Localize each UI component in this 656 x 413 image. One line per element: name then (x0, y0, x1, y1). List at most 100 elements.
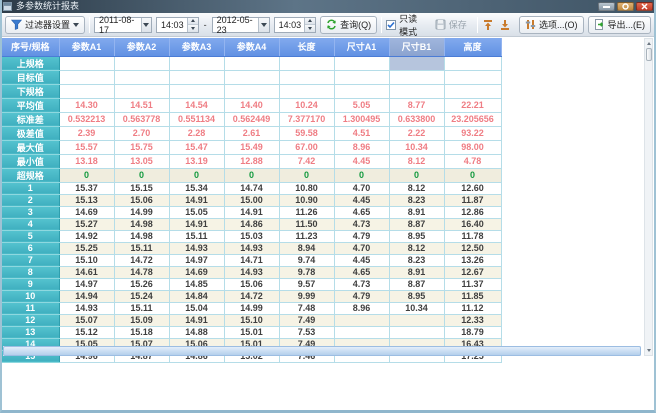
grid-cell[interactable]: 8.91 (389, 206, 444, 218)
grid-cell[interactable]: 14.99 (224, 302, 279, 314)
grid-cell[interactable]: 14.85 (169, 278, 224, 290)
grid-cell[interactable]: 14.92 (59, 230, 114, 242)
grid-cell[interactable]: 13.18 (59, 154, 114, 168)
grid-cell[interactable]: 0.633800 (389, 112, 444, 126)
options-button[interactable]: 选项...(O) (519, 16, 584, 34)
grid-cell[interactable]: 11.50 (279, 218, 334, 230)
grid-cell[interactable] (279, 56, 334, 70)
grid-cell[interactable]: 15.75 (114, 140, 169, 154)
grid-cell[interactable]: 4.51 (334, 126, 389, 140)
grid-cell[interactable]: 4.65 (334, 266, 389, 278)
grid-cell[interactable]: 15.37 (59, 182, 114, 194)
grid-cell[interactable]: 9.78 (279, 266, 334, 278)
row-header[interactable]: 13 (2, 326, 59, 338)
grid-cell[interactable]: 8.77 (389, 98, 444, 112)
grid-cell[interactable]: 15.00 (224, 194, 279, 206)
grid-cell[interactable]: 8.87 (389, 218, 444, 230)
grid-cell[interactable] (334, 314, 389, 326)
grid-cell[interactable] (59, 84, 114, 98)
grid-cell[interactable]: 98.00 (444, 140, 501, 154)
grid-cell[interactable]: 8.96 (334, 140, 389, 154)
close-button[interactable] (636, 2, 653, 11)
row-header[interactable]: 最大值 (2, 140, 59, 154)
grid-cell[interactable] (389, 84, 444, 98)
grid-cell[interactable]: 14.93 (59, 302, 114, 314)
grid-cell[interactable] (59, 70, 114, 84)
scroll-up-icon[interactable] (645, 39, 652, 48)
grid-cell[interactable]: 8.96 (334, 302, 389, 314)
grid-cell[interactable]: 12.33 (444, 314, 501, 326)
grid-cell[interactable] (114, 70, 169, 84)
grid-cell[interactable]: 4.70 (334, 242, 389, 254)
grid-cell[interactable]: 15.11 (114, 302, 169, 314)
grid-cell[interactable]: 4.78 (444, 154, 501, 168)
grid-cell[interactable]: 14.54 (169, 98, 224, 112)
grid-cell[interactable]: 0 (279, 168, 334, 182)
readonly-mode-toggle[interactable]: 只读模式 (386, 12, 425, 38)
grid-cell[interactable]: 8.12 (389, 154, 444, 168)
grid-cell[interactable] (334, 84, 389, 98)
grid-cell[interactable]: 12.50 (444, 242, 501, 254)
grid-cell[interactable]: 0 (444, 168, 501, 182)
horizontal-scrollbar-thumb[interactable] (3, 346, 641, 356)
row-header[interactable]: 9 (2, 278, 59, 290)
grid-cell[interactable]: 18.79 (444, 326, 501, 338)
date-from-dropdown[interactable] (141, 18, 151, 32)
grid-cell[interactable]: 4.73 (334, 278, 389, 290)
checkbox-checked-icon[interactable] (386, 20, 396, 30)
grid-cell[interactable] (59, 56, 114, 70)
export-button[interactable]: 导出...(E) (588, 16, 652, 34)
grid-cell[interactable]: 8.95 (389, 290, 444, 302)
grid-cell[interactable]: 15.03 (224, 230, 279, 242)
grid-cell[interactable] (114, 56, 169, 70)
grid-cell[interactable]: 7.53 (279, 326, 334, 338)
grid-cell[interactable]: 15.07 (59, 314, 114, 326)
grid-cell[interactable]: 8.23 (389, 194, 444, 206)
grid-cell[interactable]: 15.04 (169, 302, 224, 314)
grid-cell[interactable]: 1.300495 (334, 112, 389, 126)
grid-cell[interactable] (169, 84, 224, 98)
row-header[interactable]: 下规格 (2, 84, 59, 98)
grid-cell[interactable] (224, 56, 279, 70)
grid-cell[interactable]: 14.88 (169, 326, 224, 338)
date-to-dropdown[interactable] (258, 18, 268, 32)
grid-cell[interactable]: 15.10 (59, 254, 114, 266)
grid-cell[interactable]: 15.57 (59, 140, 114, 154)
corner-header[interactable]: 序号/规格 (2, 38, 59, 56)
grid-cell[interactable]: 14.93 (224, 266, 279, 278)
move-to-bottom-button[interactable] (498, 17, 511, 33)
grid-cell[interactable] (169, 56, 224, 70)
grid-cell[interactable]: 10.80 (279, 182, 334, 194)
minimize-button[interactable] (598, 2, 615, 11)
grid-cell[interactable]: 2.39 (59, 126, 114, 140)
maximize-button[interactable] (617, 2, 634, 11)
grid-cell[interactable]: 4.65 (334, 206, 389, 218)
row-header[interactable]: 10 (2, 290, 59, 302)
grid-cell[interactable]: 8.91 (389, 266, 444, 278)
grid-cell[interactable]: 11.26 (279, 206, 334, 218)
row-header[interactable]: 2 (2, 194, 59, 206)
grid-cell[interactable]: 15.47 (169, 140, 224, 154)
grid-cell[interactable]: 15.05 (169, 206, 224, 218)
grid-cell[interactable]: 16.40 (444, 218, 501, 230)
row-header[interactable]: 11 (2, 302, 59, 314)
grid-cell[interactable]: 4.45 (334, 254, 389, 266)
column-header[interactable]: 高度 (444, 38, 501, 56)
grid-cell[interactable]: 14.93 (224, 242, 279, 254)
grid-cell[interactable]: 15.26 (114, 278, 169, 290)
row-header[interactable]: 平均值 (2, 98, 59, 112)
grid-cell[interactable]: 15.25 (59, 242, 114, 254)
grid-cell[interactable]: 12.67 (444, 266, 501, 278)
row-header[interactable]: 超规格 (2, 168, 59, 182)
grid-cell[interactable]: 8.23 (389, 254, 444, 266)
grid-cell[interactable]: 5.05 (334, 98, 389, 112)
grid-cell[interactable]: 15.13 (59, 194, 114, 206)
grid-cell[interactable]: 7.49 (279, 314, 334, 326)
grid-cell[interactable]: 14.78 (114, 266, 169, 278)
grid-cell[interactable]: 9.99 (279, 290, 334, 302)
grid-cell[interactable] (334, 56, 389, 70)
row-header[interactable]: 标准差 (2, 112, 59, 126)
grid-cell[interactable] (334, 70, 389, 84)
grid-cell[interactable]: 13.05 (114, 154, 169, 168)
grid-cell[interactable]: 14.86 (224, 218, 279, 230)
